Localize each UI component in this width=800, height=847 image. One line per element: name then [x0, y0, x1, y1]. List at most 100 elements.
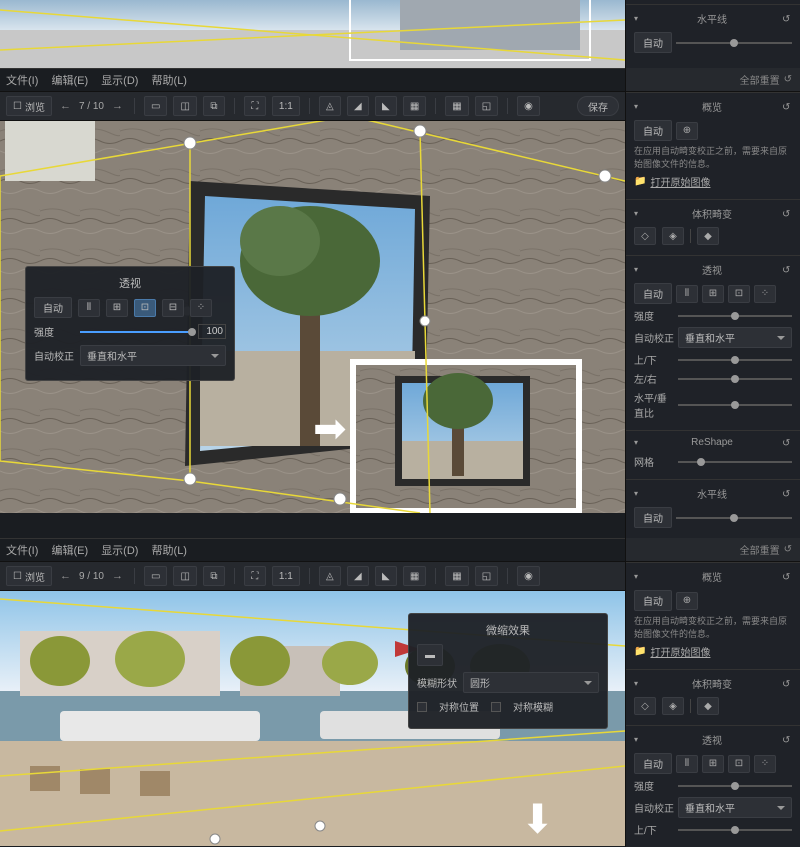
grid-icon[interactable]: ▦ — [445, 566, 468, 586]
browse-tab[interactable]: ☐ 浏览 — [6, 566, 52, 586]
open-original-link[interactable]: 打开原始图像 — [650, 174, 710, 189]
side-autocorrect-select[interactable]: 垂直和水平 — [678, 327, 792, 348]
panel-miniature[interactable]: 微缩效果 ▬ 模糊形状 圆形 对称位置 对称模糊 — [408, 613, 608, 729]
hvratio-slider[interactable] — [678, 404, 792, 406]
sym-pos-checkbox[interactable] — [417, 702, 427, 712]
horizon-auto-button[interactable]: 自动 — [634, 507, 672, 528]
reset-icon[interactable]: ↺ — [782, 572, 792, 582]
pmode-4-icon[interactable]: ⁘ — [754, 755, 776, 773]
fit-icon[interactable]: ⛶ — [244, 96, 266, 116]
persp-side-auto-button[interactable]: 自动 — [634, 283, 672, 304]
persp-mode-3-icon[interactable]: ⊡ — [134, 299, 156, 317]
view-split-icon[interactable]: ◫ — [173, 96, 196, 116]
pmode-2-icon[interactable]: ⊞ — [702, 285, 724, 303]
reset-icon[interactable]: ↺ — [782, 735, 792, 745]
tool-a-icon[interactable]: ◬ — [319, 566, 341, 586]
persp-mode-2-icon[interactable]: ⊞ — [106, 299, 128, 317]
vd-mode-3-icon[interactable]: ◆ — [697, 697, 719, 715]
vd-mode-2-icon[interactable]: ◈ — [662, 227, 684, 245]
vd-mode-1-icon[interactable]: ◇ — [634, 227, 656, 245]
side-intensity-slider[interactable] — [678, 315, 792, 317]
vd-mode-1-icon[interactable]: ◇ — [634, 697, 656, 715]
canvas-bottom[interactable]: ➡ 微缩效果 ▬ 模糊形状 圆形 对称位置 对称模糊 — [0, 591, 625, 846]
tool-b-icon[interactable]: ◢ — [347, 566, 369, 586]
persp-mode-1-icon[interactable]: ⦀ — [78, 299, 100, 317]
overview-auto-button[interactable]: 自动 — [634, 120, 672, 141]
tool-d-icon[interactable]: ▦ — [403, 566, 426, 586]
sym-blur-checkbox[interactable] — [491, 702, 501, 712]
pmode-4-icon[interactable]: ⁘ — [754, 285, 776, 303]
autocorrect-select[interactable]: 垂直和水平 — [80, 345, 226, 366]
menu-help[interactable]: 帮助(L) — [152, 75, 187, 87]
menu-edit[interactable]: 编辑(E) — [51, 545, 88, 557]
blur-toggle-icon[interactable]: ▬ — [417, 644, 443, 666]
target-icon[interactable]: ⊕ — [676, 122, 698, 140]
view-compare-icon[interactable]: ⧉ — [203, 96, 225, 116]
persp-side-auto-button-b[interactable]: 自动 — [634, 753, 672, 774]
tool-b-icon[interactable]: ◢ — [347, 96, 369, 116]
leftright-slider[interactable] — [678, 378, 792, 380]
fit-icon[interactable]: ⛶ — [244, 566, 266, 586]
next-arrow[interactable]: → — [110, 100, 125, 112]
crop-icon[interactable]: ◱ — [475, 96, 498, 116]
ratio-1-1[interactable]: 1:1 — [272, 96, 300, 116]
menu-edit[interactable]: 编辑(E) — [51, 75, 88, 87]
view-compare-icon[interactable]: ⧉ — [203, 566, 225, 586]
overview-auto-button-b[interactable]: 自动 — [634, 590, 672, 611]
tool-a-icon[interactable]: ◬ — [319, 96, 341, 116]
intensity-slider[interactable] — [80, 331, 192, 333]
pmode-1-icon[interactable]: ⦀ — [676, 755, 698, 773]
open-original-link-b[interactable]: 打开原始图像 — [650, 644, 710, 659]
grid-slider[interactable] — [678, 461, 792, 463]
menubar[interactable]: 文件(I) 编辑(E) 显示(D) 帮助(L) — [0, 68, 625, 92]
reset-icon[interactable]: ↺ — [782, 489, 792, 499]
intensity-value[interactable]: 100 — [198, 324, 226, 339]
prev-arrow[interactable]: ← — [58, 100, 73, 112]
persp-mode-5-icon[interactable]: ⁘ — [190, 299, 212, 317]
reset-icon[interactable]: ↺ — [782, 209, 792, 219]
save-button[interactable]: 保存 — [577, 96, 619, 116]
vd-mode-2-icon[interactable]: ◈ — [662, 697, 684, 715]
grid-icon[interactable]: ▦ — [445, 96, 468, 116]
reset-all-icon[interactable]: ↺ — [784, 74, 792, 85]
side-horizon-slider[interactable] — [676, 517, 792, 519]
vd-mode-3-icon[interactable]: ◆ — [697, 227, 719, 245]
updown-slider-b[interactable] — [678, 829, 792, 831]
prev-arrow[interactable]: ← — [58, 570, 73, 582]
crop-icon[interactable]: ◱ — [475, 566, 498, 586]
view-single-icon[interactable]: ▭ — [144, 566, 167, 586]
view-split-icon[interactable]: ◫ — [173, 566, 196, 586]
canvas-top[interactable] — [0, 0, 625, 68]
view-single-icon[interactable]: ▭ — [144, 96, 167, 116]
menu-view[interactable]: 显示(D) — [101, 75, 138, 87]
reset-icon[interactable]: ↺ — [782, 14, 792, 24]
tool-c-icon[interactable]: ◣ — [375, 96, 397, 116]
blur-shape-select[interactable]: 圆形 — [463, 672, 599, 693]
menu-file[interactable]: 文件(I) — [6, 545, 38, 557]
auto-button[interactable]: 自动 — [634, 32, 672, 53]
side-autocorrect-select-b[interactable]: 垂直和水平 — [678, 797, 792, 818]
side-intensity-slider-b[interactable] — [678, 785, 792, 787]
target-icon[interactable]: ⊕ — [676, 592, 698, 610]
reset-icon[interactable]: ↺ — [782, 102, 792, 112]
reset-icon[interactable]: ↺ — [782, 679, 792, 689]
pmode-2-icon[interactable]: ⊞ — [702, 755, 724, 773]
tool-d-icon[interactable]: ▦ — [403, 96, 426, 116]
tool-c-icon[interactable]: ◣ — [375, 566, 397, 586]
next-arrow[interactable]: → — [110, 570, 125, 582]
menubar-bottom[interactable]: 文件(I) 编辑(E) 显示(D) 帮助(L) — [0, 538, 625, 562]
menu-help[interactable]: 帮助(L) — [152, 545, 187, 557]
browse-tab[interactable]: ☐ 浏览 — [6, 96, 52, 116]
reset-all-icon[interactable]: ↺ — [784, 544, 792, 555]
pmode-3-icon[interactable]: ⊡ — [728, 285, 750, 303]
reset-icon[interactable]: ↺ — [782, 265, 792, 275]
persp-mode-4-icon[interactable]: ⊟ — [162, 299, 184, 317]
persp-auto-button[interactable]: 自动 — [34, 297, 72, 318]
ratio-1-1[interactable]: 1:1 — [272, 566, 300, 586]
updown-slider[interactable] — [678, 359, 792, 361]
mask-icon[interactable]: ◉ — [517, 566, 540, 586]
menu-file[interactable]: 文件(I) — [6, 75, 38, 87]
canvas-middle[interactable]: ➡ 透视 自动 ⦀ ⊞ ⊡ ⊟ ⁘ 强度 100 — [0, 121, 625, 513]
menu-view[interactable]: 显示(D) — [101, 545, 138, 557]
horizon-slider[interactable] — [676, 42, 792, 44]
